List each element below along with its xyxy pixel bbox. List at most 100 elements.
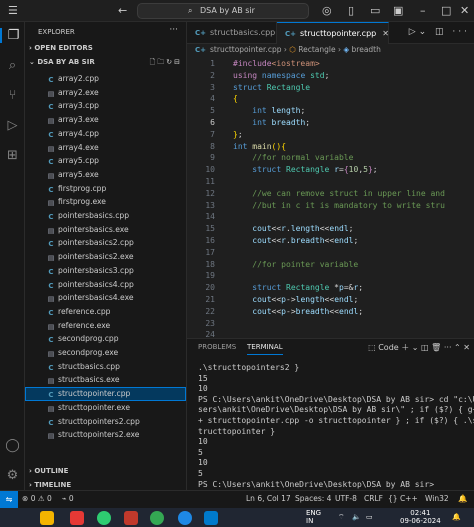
maximize-icon[interactable]: □ (441, 4, 451, 17)
notification-icon[interactable]: 🔔 (452, 513, 461, 521)
file-item[interactable]: ▤ array3.exe (25, 113, 186, 127)
cpp-file-icon: C (48, 363, 54, 372)
indentation[interactable]: Spaces: 4 (295, 494, 331, 503)
breadcrumb-file[interactable]: structtopointer.cpp (210, 45, 281, 54)
file-item[interactable]: ▤ array4.exe (25, 141, 186, 155)
file-item[interactable]: ▤ reference.exe (25, 319, 186, 333)
open-editors-section[interactable]: › OPEN EDITORS (29, 44, 93, 52)
breadcrumb-member[interactable]: breadth (352, 45, 381, 54)
explorer-toolbar[interactable]: 🗋🗀↻⊟ (150, 58, 182, 69)
file-item[interactable]: Carray2.cpp (25, 72, 186, 86)
code-token: << (271, 236, 282, 245)
new-terminal-icon[interactable]: ＋ (401, 343, 409, 352)
tab-structbasics[interactable]: C+ structbasics.cpp (187, 22, 277, 44)
file-item[interactable]: Cpointersbasics3.cpp (25, 264, 186, 278)
platform[interactable]: Win32 (425, 494, 449, 503)
problems-status[interactable]: ⊗ 0 ⚠ 0 (22, 494, 52, 503)
outline-section[interactable]: › OUTLINE (29, 467, 68, 475)
back-arrow-icon[interactable]: ← (118, 4, 127, 17)
more-icon[interactable]: ··· (444, 343, 452, 352)
toggle-sidebar-icon[interactable]: ▯ (348, 4, 354, 17)
file-item[interactable]: ▤ pointersbasics2.exe (25, 250, 186, 264)
terminal-output[interactable]: .\structtopointers2 } 15 10 PS C:\Users\ank… (198, 363, 474, 491)
file-item[interactable]: Carray4.cpp (25, 127, 186, 141)
end-of-line[interactable]: CRLF (364, 494, 383, 503)
chrome-icon[interactable] (150, 511, 164, 525)
file-item[interactable]: ▤ firstprog.exe (25, 195, 186, 209)
file-item[interactable]: ▤ structtopointer.exe (25, 401, 186, 415)
chevron-down-icon[interactable]: ⌄ (412, 343, 419, 352)
timeline-section[interactable]: › TIMELINE (29, 481, 71, 489)
file-item[interactable]: Carray5.cpp (25, 154, 186, 168)
file-item[interactable]: ▤ structtopointers2.exe (25, 428, 186, 442)
file-item[interactable]: Cpointersbasics2.cpp (25, 236, 186, 250)
close-tab-icon[interactable]: ✕ (382, 29, 389, 38)
breadcrumb: C+ structtopointer.cpp › ⬡ Rectangle › ◈ … (195, 45, 381, 54)
terminal-shell-label[interactable]: Code (378, 343, 398, 352)
file-item[interactable]: Cfirstprog.cpp (25, 182, 186, 196)
clock[interactable]: 02:41 09-06-2024 (400, 509, 441, 525)
volume-icon[interactable]: 🔈 (352, 513, 361, 521)
encoding[interactable]: UTF-8 (335, 494, 357, 503)
language-indicator[interactable]: ENG IN (306, 509, 321, 525)
more-actions-icon[interactable]: ··· (169, 25, 178, 35)
run-debug-icon[interactable]: ▷ (0, 118, 25, 133)
battery-icon[interactable]: ▭ (366, 513, 373, 521)
split-terminal-icon[interactable]: ◫ (421, 343, 429, 352)
menu-icon[interactable]: ☰ (8, 4, 18, 17)
terminal-shell-icon: ⬚ (368, 343, 376, 352)
folder-section[interactable]: ⌄ DSA BY AB SIR (29, 58, 95, 66)
file-item[interactable]: Cstructtopointer.cpp (25, 387, 186, 401)
maximize-panel-icon[interactable]: ⌃ (454, 343, 461, 352)
editor-actions[interactable]: ▷⌄ ◫ ··· (409, 27, 470, 37)
remote-icon[interactable]: ⇋ (0, 491, 18, 508)
extensions-icon[interactable]: ⊞ (0, 148, 25, 163)
cursor-position[interactable]: Ln 6, Col 17 (246, 494, 291, 503)
source-control-icon[interactable]: ⑂ (0, 88, 25, 103)
bell-icon[interactable]: 🔔 (458, 494, 467, 503)
file-item[interactable]: Creference.cpp (25, 305, 186, 319)
app-icon-red[interactable] (70, 511, 84, 525)
close-panel-icon[interactable]: ✕ (463, 343, 470, 352)
file-explorer-icon[interactable] (40, 511, 54, 525)
file-item[interactable]: ▤ structbasics.exe (25, 373, 186, 387)
file-item[interactable]: Cpointersbasics.cpp (25, 209, 186, 223)
app-icon-green[interactable] (97, 511, 111, 525)
search-icon[interactable]: ⌕ (0, 58, 25, 73)
tab-problems[interactable]: PROBLEMS (198, 343, 236, 351)
file-item[interactable]: Carray3.cpp (25, 99, 186, 113)
code-editor[interactable]: 1 #include<iostream> 2 using namespace std;… (187, 58, 474, 338)
settings-gear-icon[interactable]: ⚙ (0, 468, 25, 483)
minimize-icon[interactable]: – (420, 4, 426, 17)
language-mode[interactable]: {} C++ (388, 494, 418, 503)
file-item[interactable]: ▤ pointersbasics.exe (25, 223, 186, 237)
app-icon-blue[interactable] (178, 511, 192, 525)
wifi-icon[interactable]: ⌔ (338, 513, 345, 522)
explorer-icon[interactable]: ❐ (0, 28, 25, 43)
copilot-icon[interactable]: ◎ (322, 4, 332, 17)
file-item[interactable]: ▤ pointersbasics4.exe (25, 291, 186, 305)
code-token: endl (334, 295, 354, 304)
file-item[interactable]: ▤ array5.exe (25, 168, 186, 182)
breadcrumb-struct[interactable]: Rectangle (298, 45, 335, 54)
tab-terminal[interactable]: TERMINAL (247, 343, 283, 355)
vscode-icon[interactable] (204, 511, 218, 525)
app-icon-m[interactable] (124, 511, 138, 525)
file-item[interactable]: Cstructtopointers2.cpp (25, 415, 186, 429)
code-line: 4{ (187, 93, 474, 105)
kill-terminal-icon[interactable]: 🗑 (431, 343, 441, 352)
file-item[interactable]: Cpointersbasics4.cpp (25, 278, 186, 292)
account-icon[interactable]: ◯ (0, 438, 25, 453)
file-item[interactable]: Cstructbasics.cpp (25, 360, 186, 374)
file-item[interactable]: Csecondprog.cpp (25, 332, 186, 346)
file-item[interactable]: ▤ array2.exe (25, 86, 186, 100)
code-token: length (271, 106, 301, 116)
command-center-search[interactable]: ⌕ DSA by AB sir (137, 3, 309, 19)
layout-icon[interactable]: ▣ (393, 4, 403, 17)
cpp-file-icon: C (48, 281, 54, 290)
ports-status[interactable]: ⌁ 0 (62, 494, 74, 503)
close-icon[interactable]: ✕ (460, 4, 469, 17)
file-item[interactable]: ▤ secondprog.exe (25, 346, 186, 360)
tab-structtopointer[interactable]: C+ structtopointer.cpp ✕ (277, 22, 389, 44)
toggle-panel-icon[interactable]: ▭ (370, 4, 380, 17)
